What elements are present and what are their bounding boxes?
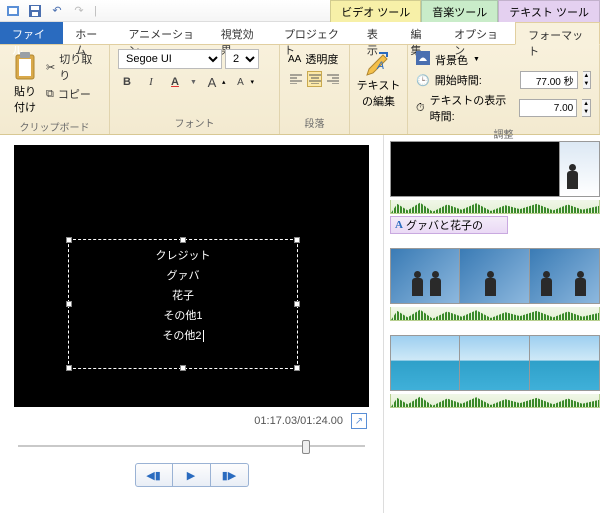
group-paragraph: AA 透明度 段落 <box>280 45 350 134</box>
cut-label: 切り取り <box>59 51 101 83</box>
grow-font-button[interactable]: A <box>203 73 221 91</box>
tab-animation[interactable]: アニメーション <box>116 22 208 44</box>
font-size-select[interactable]: 20 <box>225 49 259 69</box>
qat-separator: | <box>94 5 97 17</box>
preview-pane: クレジット グァバ 花子 その他1 その他2 01:17.03/01:24.00… <box>0 135 384 513</box>
scissors-icon: ✂ <box>46 61 55 74</box>
align-right-button[interactable] <box>325 71 341 87</box>
group-adjust: 背景色▼ 🕒 開始時間: ▲▼ ⏱ テキストの表示時間: ▲▼ 調整 <box>408 45 600 134</box>
ribbon: 貼り 付け ✂ 切り取り ⧉ コピー クリップボード Segoe UI 20 B I… <box>0 45 600 135</box>
audio-waveform[interactable] <box>390 394 600 408</box>
timeline-pane[interactable]: Aグァバと花子の <box>384 135 600 513</box>
align-center-button[interactable] <box>307 71 323 87</box>
video-clip[interactable] <box>390 335 600 391</box>
app-icon <box>6 4 20 18</box>
copy-button[interactable]: ⧉ コピー <box>46 86 101 102</box>
bgcolor-icon <box>416 51 430 68</box>
resize-handle[interactable] <box>180 237 186 243</box>
resize-handle[interactable] <box>66 301 72 307</box>
edit-text-button[interactable]: A テキスト の編集 <box>358 49 399 128</box>
paste-button[interactable]: 貼り 付け <box>8 49 42 117</box>
shrink-font-button[interactable]: A <box>231 73 249 91</box>
video-clip[interactable] <box>390 141 600 197</box>
cut-button[interactable]: ✂ 切り取り <box>46 51 101 83</box>
resize-handle[interactable] <box>294 237 300 243</box>
redo-icon[interactable]: ↷ <box>72 4 86 18</box>
group-clipboard: 貼り 付け ✂ 切り取り ⧉ コピー クリップボード <box>0 45 110 134</box>
slider-thumb[interactable] <box>302 440 310 454</box>
video-clip[interactable] <box>390 248 600 304</box>
bold-button[interactable]: B <box>118 73 136 91</box>
resize-handle[interactable] <box>180 365 186 371</box>
start-time-input[interactable] <box>520 71 578 89</box>
duration-input[interactable] <box>519 99 577 117</box>
dropdown-icon[interactable]: ▼ <box>190 79 197 86</box>
copy-label: コピー <box>58 86 91 102</box>
font-name-select[interactable]: Segoe UI <box>118 49 222 69</box>
duration-spinner[interactable]: ▲▼ <box>582 99 591 117</box>
svg-text:A: A <box>376 60 384 72</box>
bgcolor-label[interactable]: 背景色 <box>435 52 468 68</box>
edit-text-label: テキスト の編集 <box>357 77 401 109</box>
play-button[interactable]: ▶ <box>173 463 211 487</box>
ribbon-tabs: ファイル ホーム アニメーション 視覚効果 プロジェクト 表示 編集 オプション… <box>0 22 600 45</box>
start-time-label: 開始時間: <box>435 72 515 88</box>
next-frame-button[interactable]: ▮▶ <box>211 463 249 487</box>
paste-label: 貼り 付け <box>14 83 36 115</box>
resize-handle[interactable] <box>66 237 72 243</box>
text-content[interactable]: クレジット グァバ 花子 その他1 その他2 <box>69 240 297 346</box>
text-track[interactable]: Aグァバと花子の <box>390 216 508 234</box>
credit-line: その他1 <box>69 306 297 326</box>
context-tab-audio[interactable]: 音楽ツール <box>421 0 498 22</box>
tab-file[interactable]: ファイル <box>0 22 63 44</box>
audio-waveform[interactable] <box>390 307 600 321</box>
group-label-paragraph: 段落 <box>288 113 341 132</box>
align-left-button[interactable] <box>288 71 304 87</box>
group-font: Segoe UI 20 B I A ▼ A▴ A▾ フォント <box>110 45 280 134</box>
context-tab-video[interactable]: ビデオ ツール <box>330 0 421 22</box>
audio-waveform[interactable] <box>390 200 600 214</box>
duration-label: テキストの表示時間: <box>430 92 515 124</box>
time-display: 01:17.03/01:24.00 <box>254 415 343 427</box>
resize-handle[interactable] <box>66 365 72 371</box>
transparency-icon: AA <box>288 54 301 65</box>
italic-button[interactable]: I <box>142 73 160 91</box>
group-label-clipboard: クリップボード <box>8 117 101 136</box>
tab-view[interactable]: 表示 <box>355 22 399 44</box>
save-icon[interactable] <box>28 4 42 18</box>
title-bar: ↶ ↷ | ビデオ ツール 音楽ツール テキスト ツール <box>0 0 600 22</box>
undo-icon[interactable]: ↶ <box>50 4 64 18</box>
font-color-button[interactable]: A <box>166 73 184 91</box>
transparency-label[interactable]: 透明度 <box>305 51 338 67</box>
tab-home[interactable]: ホーム <box>63 22 116 44</box>
prev-frame-button[interactable]: ◀▮ <box>135 463 173 487</box>
credit-line: 花子 <box>69 286 297 306</box>
clock-icon: 🕒 <box>416 74 430 87</box>
group-text-edit: A テキスト の編集 <box>350 45 408 134</box>
tab-format[interactable]: フォーマット <box>515 22 600 45</box>
text-track-label: グァバと花子の <box>406 217 483 233</box>
seek-slider[interactable] <box>18 437 365 455</box>
resize-handle[interactable] <box>294 301 300 307</box>
tab-option[interactable]: オプション <box>442 22 515 44</box>
start-time-spinner[interactable]: ▲▼ <box>583 71 591 89</box>
text-icon: A <box>395 219 403 231</box>
credit-line: その他2 <box>162 330 203 342</box>
tab-edit[interactable]: 編集 <box>398 22 442 44</box>
stopwatch-icon: ⏱ <box>416 102 425 115</box>
context-tab-text[interactable]: テキスト ツール <box>498 0 600 22</box>
copy-icon: ⧉ <box>46 88 54 101</box>
text-box[interactable]: クレジット グァバ 花子 その他1 その他2 <box>68 239 298 369</box>
group-label-font: フォント <box>118 113 271 132</box>
credit-line: グァバ <box>69 266 297 286</box>
credit-line: クレジット <box>69 246 297 266</box>
tab-project[interactable]: プロジェクト <box>272 22 355 44</box>
fullscreen-button[interactable]: ↗ <box>351 413 367 429</box>
resize-handle[interactable] <box>294 365 300 371</box>
tab-visual-effects[interactable]: 視覚効果 <box>209 22 272 44</box>
dropdown-icon[interactable]: ▼ <box>473 56 480 63</box>
preview-monitor[interactable]: クレジット グァバ 花子 その他1 その他2 <box>14 145 369 407</box>
